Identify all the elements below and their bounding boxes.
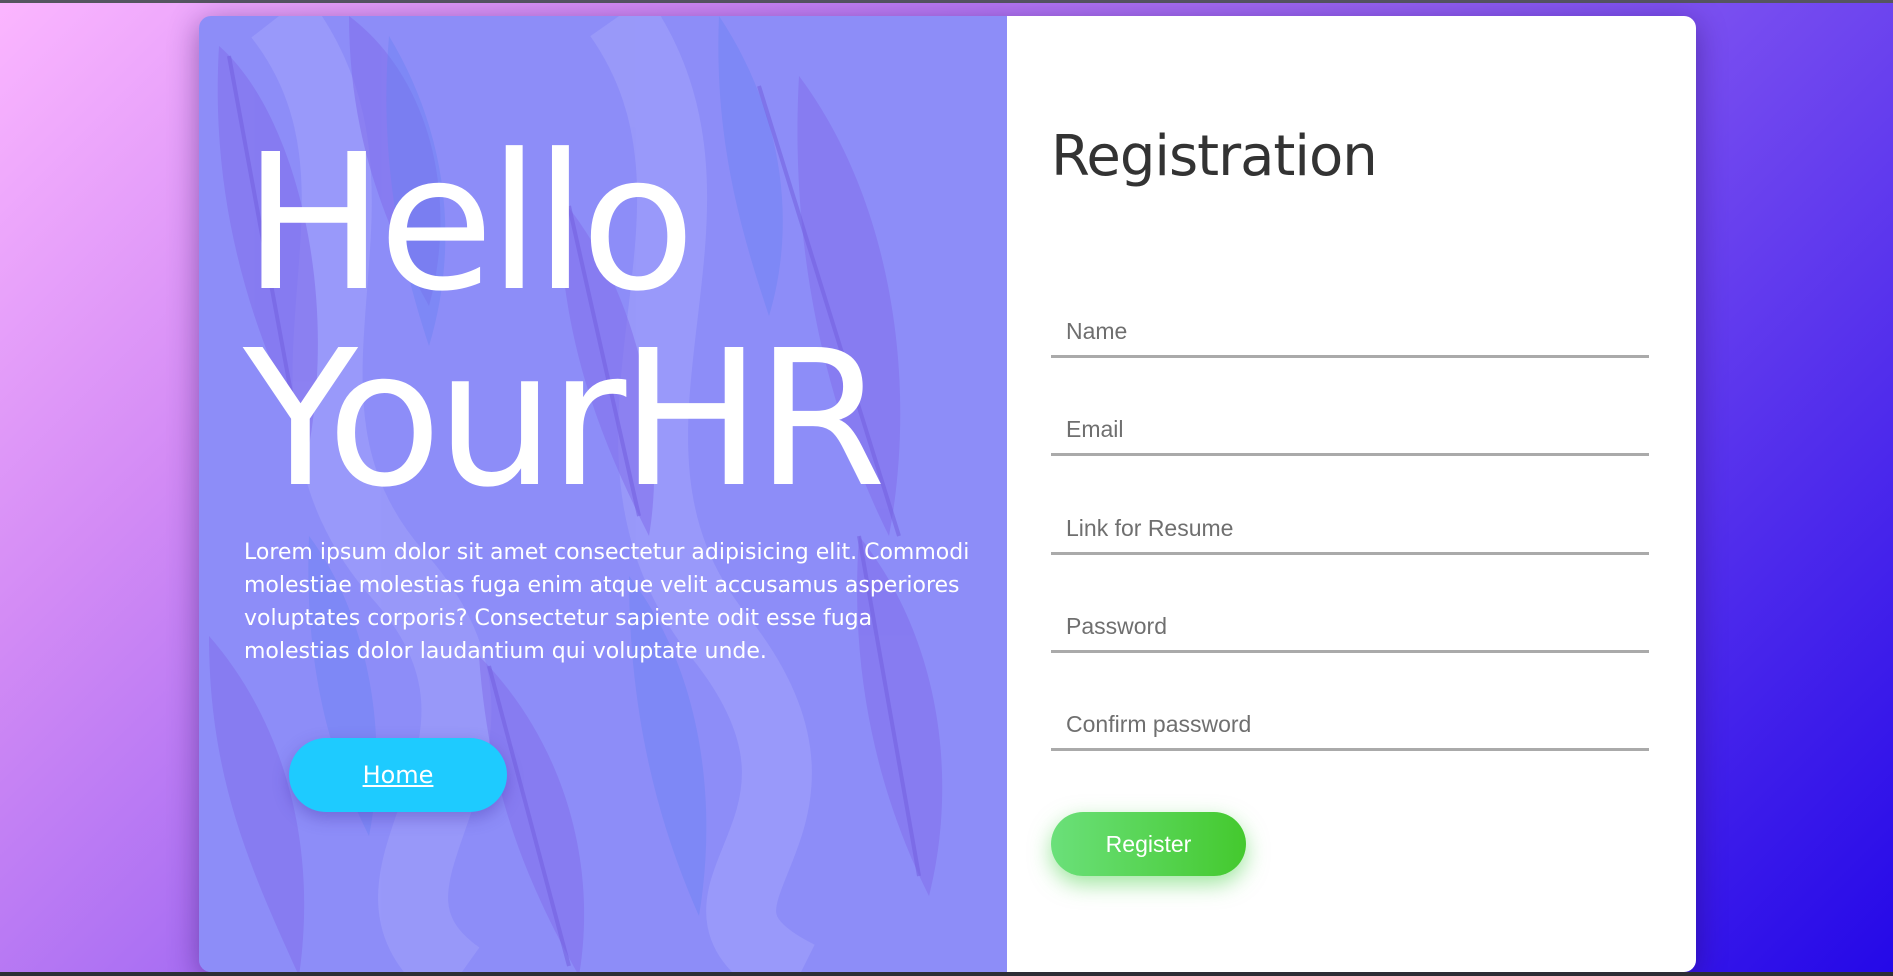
confirm-password-field[interactable]: [1051, 701, 1649, 751]
registration-card: Hello YourHR Lorem ipsum dolor sit amet …: [199, 16, 1696, 972]
browser-top-edge: [0, 0, 1893, 3]
resume-link-field[interactable]: [1051, 505, 1649, 555]
browser-bottom-edge: [0, 972, 1893, 976]
form-title: Registration: [1051, 124, 1378, 189]
hero-title: Hello YourHR: [243, 114, 886, 529]
hero-panel: Hello YourHR Lorem ipsum dolor sit amet …: [199, 16, 1007, 972]
password-field[interactable]: [1051, 603, 1649, 653]
hero-description: Lorem ipsum dolor sit amet consectetur a…: [244, 540, 970, 664]
home-button[interactable]: Home: [289, 738, 507, 812]
register-button[interactable]: Register: [1051, 812, 1246, 876]
name-field[interactable]: [1051, 308, 1649, 358]
registration-form-panel: Registration Register: [1007, 16, 1696, 972]
email-field[interactable]: [1051, 406, 1649, 456]
